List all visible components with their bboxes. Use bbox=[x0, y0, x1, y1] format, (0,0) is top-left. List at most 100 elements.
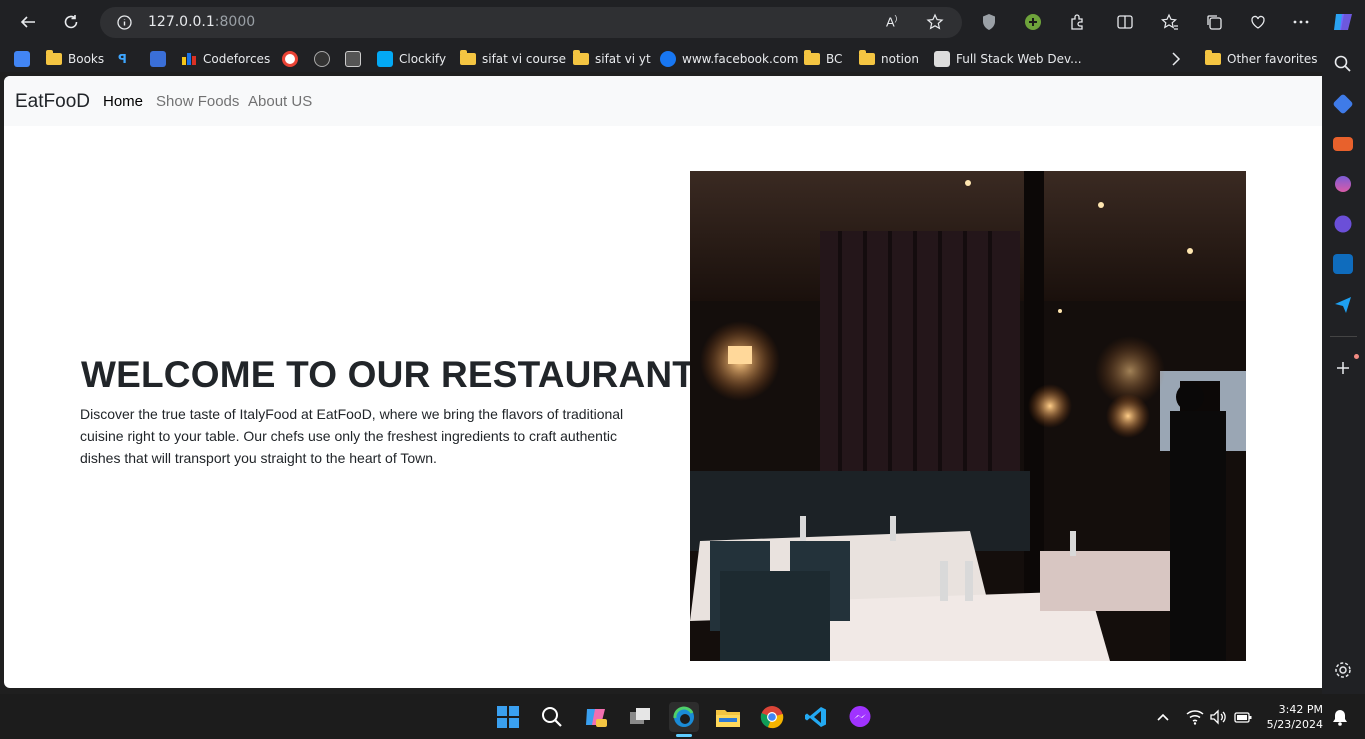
tools-icon[interactable] bbox=[1333, 137, 1353, 151]
shopping-tag-icon[interactable] bbox=[1332, 93, 1354, 115]
games-icon[interactable] bbox=[1335, 176, 1351, 192]
other-favorites[interactable]: Other favorites bbox=[1205, 50, 1318, 68]
favorite-star-icon[interactable] bbox=[926, 13, 944, 36]
extension-plus-icon[interactable] bbox=[1019, 8, 1047, 36]
copilot-taskbar-icon[interactable] bbox=[581, 702, 611, 732]
facebook-icon bbox=[660, 51, 676, 67]
bookmark-label: www.facebook.com bbox=[682, 52, 799, 66]
shield-extension-icon[interactable] bbox=[975, 8, 1003, 36]
bookmark-bc[interactable]: BC bbox=[804, 50, 842, 68]
collections-icon[interactable] bbox=[1200, 8, 1228, 36]
address-text: 127.0.0.1:8000 bbox=[148, 14, 255, 30]
edge-sidebar bbox=[1322, 44, 1365, 694]
start-windows-icon[interactable] bbox=[493, 702, 523, 732]
bookmark-label: Full Stack Web Dev... bbox=[956, 52, 1082, 66]
bookmark-label: sifat vi yt bbox=[595, 52, 651, 66]
search-taskbar-icon[interactable] bbox=[537, 702, 567, 732]
back-arrow-icon[interactable] bbox=[14, 8, 42, 36]
web-page: EatFooD Home Show Foods About US WELCOME… bbox=[4, 76, 1322, 688]
bookmark-notion[interactable]: notion bbox=[859, 50, 919, 68]
clock-time: 3:42 PM bbox=[1278, 703, 1323, 716]
file-explorer-icon[interactable] bbox=[713, 702, 743, 732]
messenger-icon[interactable] bbox=[845, 702, 875, 732]
edge-taskbar-icon[interactable] bbox=[669, 702, 699, 732]
restaurant-photo bbox=[690, 171, 1246, 661]
bookmark-extra-1[interactable]: ꟼ bbox=[118, 50, 127, 68]
google-icon bbox=[282, 51, 298, 67]
refresh-icon[interactable] bbox=[57, 8, 85, 36]
system-clock[interactable]: 3:42 PM 5/23/2024 bbox=[1267, 702, 1323, 732]
copilot-sidebar-icon[interactable] bbox=[1334, 215, 1352, 233]
bookmark-extra-4[interactable] bbox=[345, 50, 361, 68]
vscode-icon[interactable] bbox=[801, 702, 831, 732]
bookmark-clockify[interactable]: Clockify bbox=[377, 50, 446, 68]
address-port: :8000 bbox=[214, 14, 256, 30]
bookmark-sifat-vi-course[interactable]: sifat vi course bbox=[460, 50, 566, 68]
sidebar-divider bbox=[1330, 336, 1357, 337]
add-icon[interactable] bbox=[1333, 358, 1353, 378]
bookmark-label: sifat vi course bbox=[482, 52, 567, 66]
bookmark-sifat-vi-yt[interactable]: sifat vi yt bbox=[573, 50, 651, 68]
hero-description: Discover the true taste of ItalyFood at … bbox=[80, 406, 624, 466]
copilot-icon[interactable] bbox=[1329, 8, 1357, 36]
bookmark-label: Codeforces bbox=[203, 52, 271, 66]
bookmark-books[interactable]: Books bbox=[46, 50, 104, 68]
bookmark-label: notion bbox=[881, 52, 919, 66]
task-view-icon[interactable] bbox=[625, 702, 655, 732]
folder-icon bbox=[46, 50, 62, 65]
clock-date: 5/23/2024 bbox=[1266, 718, 1323, 731]
browser-essentials-icon[interactable] bbox=[1244, 8, 1272, 36]
bookmark-label: BC bbox=[826, 52, 843, 66]
bookmark-extra-3[interactable] bbox=[314, 50, 330, 68]
notification-dot bbox=[1354, 354, 1359, 359]
nav-about-us[interactable]: About US bbox=[248, 93, 312, 110]
page-icon bbox=[934, 51, 950, 67]
search-icon[interactable] bbox=[1333, 54, 1353, 74]
settings-gear-icon[interactable] bbox=[1333, 660, 1353, 680]
site-info-icon[interactable] bbox=[117, 15, 132, 35]
chevron-up-icon[interactable] bbox=[1148, 702, 1178, 732]
bookmark-codeforces[interactable]: Codeforces bbox=[181, 50, 270, 68]
chevron-right-icon[interactable] bbox=[1171, 50, 1181, 68]
more-menu-icon[interactable] bbox=[1287, 8, 1315, 36]
codeforces-icon bbox=[181, 51, 197, 68]
folder-icon bbox=[1205, 50, 1221, 65]
bookmark-facebook[interactable]: www.facebook.com bbox=[660, 50, 798, 68]
bookmark-full-stack[interactable]: Full Stack Web Dev... bbox=[934, 50, 1082, 68]
folder-icon bbox=[460, 50, 476, 65]
active-app-indicator bbox=[676, 734, 692, 737]
split-screen-icon[interactable] bbox=[1111, 8, 1139, 36]
calendar-icon bbox=[150, 51, 166, 67]
restaurant-image bbox=[690, 171, 1246, 661]
site-icon bbox=[314, 51, 330, 67]
browser-toolbar: 127.0.0.1:8000 A) bbox=[0, 0, 1365, 44]
nav-show-foods[interactable]: Show Foods bbox=[156, 93, 239, 110]
read-aloud-icon[interactable]: A) bbox=[886, 14, 897, 29]
clockify-icon bbox=[377, 51, 393, 67]
battery-icon[interactable] bbox=[1228, 702, 1258, 732]
bookmark-extra-2[interactable] bbox=[150, 50, 166, 68]
translate-icon bbox=[14, 51, 30, 67]
notification-bell-icon[interactable] bbox=[1325, 702, 1355, 732]
send-icon[interactable] bbox=[1333, 294, 1353, 314]
site-brand[interactable]: EatFooD bbox=[15, 91, 90, 113]
bookmark-label: Other favorites bbox=[1227, 52, 1318, 66]
hero-title: WELCOME TO OUR RESTAURANT! bbox=[81, 354, 708, 395]
bookmarks-bar: Books ꟼ Codeforces Clockify sifat vi cou… bbox=[0, 44, 1365, 72]
bookmark-label: Books bbox=[68, 52, 105, 66]
outlook-icon[interactable] bbox=[1333, 254, 1353, 274]
cc-icon bbox=[345, 51, 361, 67]
windows-taskbar: 3:42 PM 5/23/2024 bbox=[0, 694, 1365, 739]
address-bar[interactable]: 127.0.0.1:8000 A) bbox=[100, 7, 962, 38]
site-navbar: EatFooD Home Show Foods About US bbox=[4, 76, 1322, 126]
logo-icon: ꟼ bbox=[118, 52, 127, 66]
google-translate-bookmark[interactable] bbox=[14, 50, 30, 68]
chrome-icon[interactable] bbox=[757, 702, 787, 732]
favorites-icon[interactable] bbox=[1156, 8, 1184, 36]
bookmark-label: Clockify bbox=[399, 52, 447, 66]
extensions-icon[interactable] bbox=[1063, 8, 1091, 36]
folder-icon bbox=[859, 50, 875, 65]
bookmark-google[interactable] bbox=[282, 50, 298, 68]
folder-icon bbox=[804, 50, 820, 65]
nav-home[interactable]: Home bbox=[103, 93, 143, 110]
